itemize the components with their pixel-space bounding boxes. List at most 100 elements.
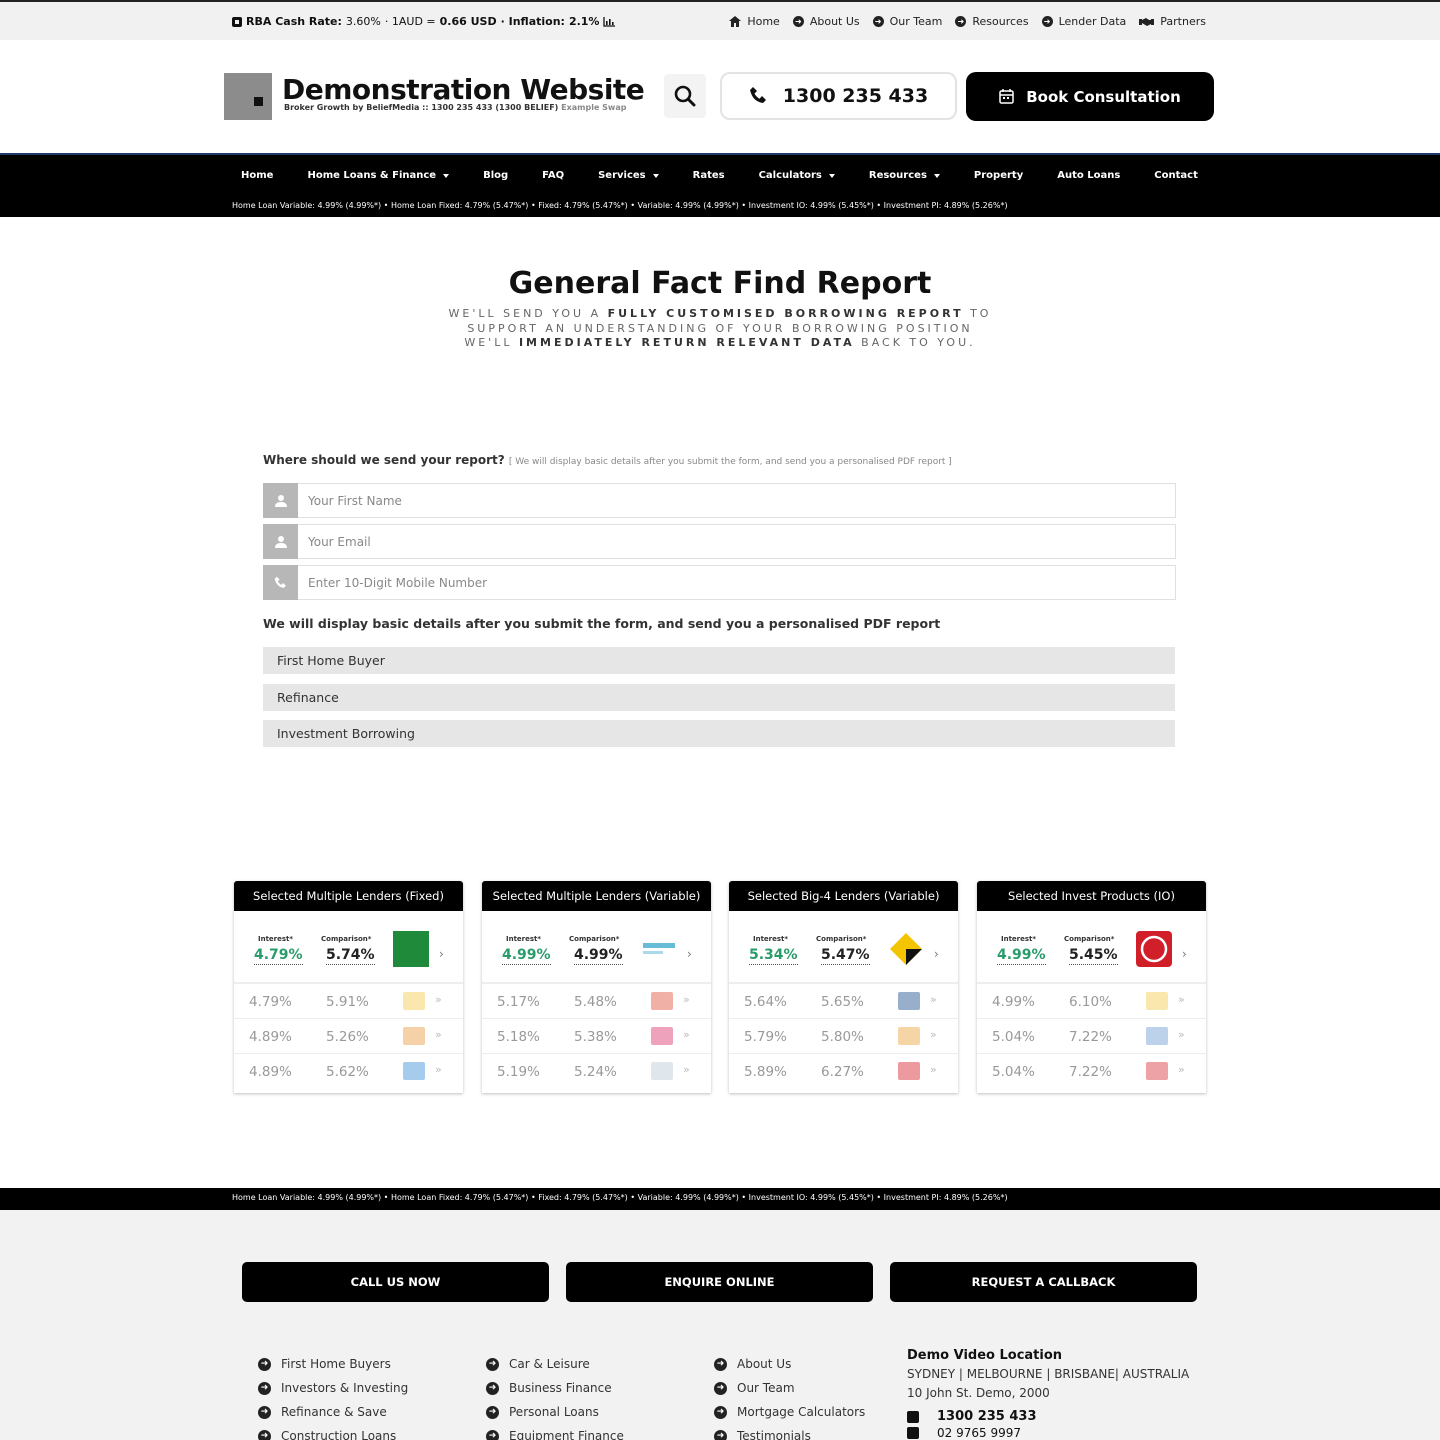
footer-link[interactable]: ➜ First Home Buyers <box>258 1352 408 1376</box>
rate-card-title: Selected Invest Products (IO) <box>977 881 1206 911</box>
nav-contact[interactable]: Contact <box>1154 170 1198 181</box>
rate-row[interactable]: 5.04% 7.22% » <box>977 1053 1206 1088</box>
footer-link[interactable]: ➜ Testimonials <box>714 1424 865 1440</box>
circle-arrow-icon: ➜ <box>714 1357 727 1371</box>
form-note: We will display basic details after you … <box>263 616 941 631</box>
featured-comparison-rate: 5.74% <box>326 947 375 965</box>
double-chevron-right-icon: » <box>683 1028 690 1041</box>
lender-logo <box>651 992 673 1010</box>
nav-label: Auto Loans <box>1057 170 1121 181</box>
rate-row[interactable]: 5.64% 5.65% » <box>729 983 958 1018</box>
chevron-right-icon: › <box>687 947 692 961</box>
rate-row[interactable]: 5.17% 5.48% » <box>482 983 711 1018</box>
rate-row[interactable]: 5.79% 5.80% » <box>729 1018 958 1053</box>
interest-label: Interest* <box>1001 935 1037 943</box>
email-input[interactable] <box>298 525 1175 558</box>
rate-row[interactable]: 4.89% 5.62% » <box>234 1053 463 1088</box>
rba-label: RBA Cash Rate: <box>246 15 342 28</box>
footer-column-2: ➜ Car & Leisure ➜ Business Finance ➜ Person… <box>486 1352 624 1440</box>
row-interest-rate: 4.89% <box>249 1029 292 1045</box>
nav-calculators[interactable]: Calculators <box>759 170 835 181</box>
rate-row[interactable]: 5.89% 6.27% » <box>729 1053 958 1088</box>
nav-blog[interactable]: Blog <box>483 170 508 181</box>
row-interest-rate: 5.04% <box>992 1064 1035 1080</box>
footer-link-label: First Home Buyers <box>281 1357 391 1371</box>
footer-link[interactable]: ➜ Equipment Finance <box>486 1424 624 1440</box>
footer-link[interactable]: ➜ About Us <box>714 1352 865 1376</box>
top-nav-team[interactable]: ➜ Our Team <box>872 15 942 28</box>
nav-faq[interactable]: FAQ <box>542 170 564 181</box>
top-nav-lender-data[interactable]: ➜ Lender Data <box>1041 15 1126 28</box>
call-us-now-button[interactable]: CALL US NOW <box>242 1262 549 1302</box>
footer-link[interactable]: ➜ Investors & Investing <box>258 1376 408 1400</box>
rate-row[interactable]: 5.18% 5.38% » <box>482 1018 711 1053</box>
rate-row[interactable]: 4.99% 6.10% » <box>977 983 1206 1018</box>
top-nav-resources[interactable]: ➜ Resources <box>955 15 1029 28</box>
top-nav-home[interactable]: Home <box>729 15 780 28</box>
site-logo[interactable] <box>224 73 272 120</box>
site-title[interactable]: Demonstration Website <box>282 73 645 106</box>
phone-button[interactable]: 1300 235 433 <box>720 72 957 120</box>
footer-link[interactable]: ➜ Our Team <box>714 1376 865 1400</box>
mobile-input[interactable] <box>298 566 1175 599</box>
nav-auto-loans[interactable]: Auto Loans <box>1057 170 1120 181</box>
site-subtitle: Broker Growth by BeliefMedia :: 1300 235… <box>284 103 626 112</box>
row-comparison-rate: 7.22% <box>1069 1064 1112 1080</box>
row-interest-rate: 4.79% <box>249 994 292 1010</box>
phone-icon <box>263 565 298 600</box>
nav-property[interactable]: Property <box>974 170 1023 181</box>
search-button[interactable] <box>664 74 706 118</box>
featured-rate[interactable]: Interest* Comparison* 4.99% 4.99% › <box>482 911 711 983</box>
option-first-home-buyer[interactable]: First Home Buyer <box>263 647 1175 674</box>
footer-link[interactable]: ➜ Personal Loans <box>486 1400 624 1424</box>
comparison-label: Comparison* <box>321 935 372 943</box>
footer-rate-ticker[interactable]: Home Loan Variable: 4.99% (4.99%*) • Hom… <box>232 1193 1008 1202</box>
first-name-input[interactable] <box>298 484 1175 517</box>
email-field <box>263 524 1176 559</box>
row-comparison-rate: 6.27% <box>821 1064 864 1080</box>
option-investment-borrowing[interactable]: Investment Borrowing <box>263 720 1175 747</box>
lender-logo <box>403 1027 425 1045</box>
row-interest-rate: 5.79% <box>744 1029 787 1045</box>
caret-down-icon <box>933 173 940 178</box>
book-consultation-button[interactable]: Book Consultation <box>966 72 1214 121</box>
location-phone-2[interactable]: 02 9765 9997 <box>907 1426 1189 1440</box>
lender-logo <box>898 1062 920 1080</box>
rate-ticker[interactable]: Home Loan Variable: 4.99% (4.99%*) • Hom… <box>232 201 1008 210</box>
nav-home[interactable]: Home <box>241 170 273 181</box>
featured-comparison-rate: 4.99% <box>574 947 623 965</box>
nav-resources[interactable]: Resources <box>869 170 940 181</box>
location-phone[interactable]: 1300 235 433 <box>907 1409 1189 1424</box>
top-nav-partners[interactable]: Partners <box>1139 15 1206 28</box>
footer-link[interactable]: ➜ Business Finance <box>486 1376 624 1400</box>
rate-row[interactable]: 4.79% 5.91% » <box>234 983 463 1018</box>
nav-rates[interactable]: Rates <box>693 170 725 181</box>
request-callback-button[interactable]: REQUEST A CALLBACK <box>890 1262 1197 1302</box>
featured-rate[interactable]: Interest* Comparison* 5.34% 5.47% › <box>729 911 958 983</box>
footer-link[interactable]: ➜ Construction Loans <box>258 1424 408 1440</box>
rate-row[interactable]: 5.04% 7.22% » <box>977 1018 1206 1053</box>
featured-rate[interactable]: Interest* Comparison* 4.79% 5.74% › <box>234 911 463 983</box>
featured-rate[interactable]: Interest* Comparison* 4.99% 5.45% › <box>977 911 1206 983</box>
option-refinance[interactable]: Refinance <box>263 684 1175 711</box>
footer-link[interactable]: ➜ Car & Leisure <box>486 1352 624 1376</box>
lender-logo <box>888 931 924 967</box>
circle-arrow-icon: ➜ <box>258 1429 271 1440</box>
tagline-line-2: SUPPORT AN UNDERSTANDING OF YOUR BORROWI… <box>467 322 973 335</box>
chart-icon <box>603 16 616 27</box>
nav-label: Calculators <box>758 170 822 181</box>
form-label-note: [ We will display basic details after yo… <box>508 457 952 467</box>
footer-link[interactable]: ➜ Mortgage Calculators <box>714 1400 865 1424</box>
top-nav-about[interactable]: ➜ About Us <box>792 15 860 28</box>
footer-link[interactable]: ➜ Refinance & Save <box>258 1400 408 1424</box>
top-info-bar: RBA Cash Rate: 3.60% · 1AUD = 0.66 USD ·… <box>0 0 1440 40</box>
nav-home-loans[interactable]: Home Loans & Finance <box>307 170 450 181</box>
enquire-online-button[interactable]: ENQUIRE ONLINE <box>566 1262 873 1302</box>
rate-row[interactable]: 4.89% 5.26% » <box>234 1018 463 1053</box>
row-interest-rate: 5.64% <box>744 994 787 1010</box>
row-interest-rate: 4.99% <box>992 994 1035 1010</box>
nav-services[interactable]: Services <box>598 170 659 181</box>
rate-row[interactable]: 5.19% 5.24% » <box>482 1053 711 1088</box>
info-square-icon <box>232 16 242 27</box>
footer-link-label: Personal Loans <box>509 1405 599 1419</box>
